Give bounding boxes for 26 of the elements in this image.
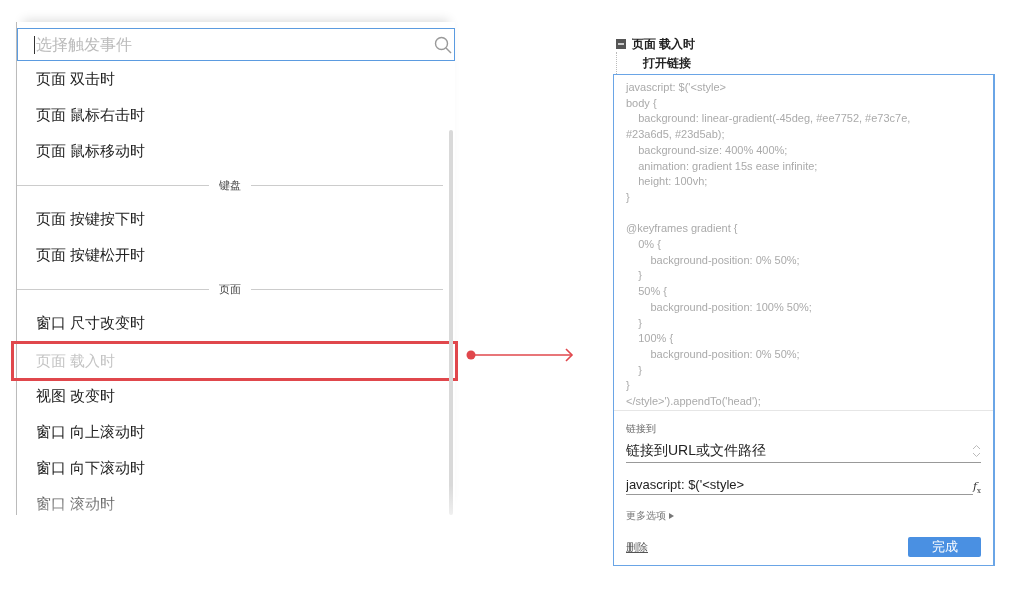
event-item[interactable]: 视图 改变时 — [17, 378, 455, 414]
triangle-icon — [669, 513, 674, 519]
event-item[interactable]: 页面 双击时 — [17, 61, 455, 97]
group-label: 键盘 — [219, 177, 241, 193]
link-type-select[interactable]: 链接到URL或文件路径 — [626, 440, 981, 463]
group-label: 页面 — [219, 281, 241, 297]
event-item[interactable]: 页面 按键按下时 — [17, 201, 455, 237]
delete-link[interactable]: 删除 — [626, 539, 648, 555]
event-item[interactable]: 页面 按键松开时 — [17, 237, 455, 273]
more-options-toggle[interactable]: 更多选项 — [626, 509, 666, 523]
scrollbar[interactable] — [449, 130, 453, 515]
event-item[interactable]: 窗口 向下滚动时 — [17, 450, 455, 486]
search-field[interactable]: 选择触发事件 — [17, 28, 455, 61]
field-label: 链接到 — [626, 422, 657, 436]
event-item[interactable]: 窗口 滚动时 — [17, 486, 455, 522]
event-item[interactable]: 窗口 向上滚动时 — [17, 414, 455, 450]
event-title: 页面 载入时 — [632, 35, 696, 53]
function-button[interactable]: f$_{x}$ — [972, 479, 981, 495]
search-icon — [434, 35, 452, 54]
event-item[interactable]: 页面 鼠标右击时 — [17, 97, 455, 133]
search-input[interactable]: 选择触发事件 — [34, 35, 434, 54]
collapse-icon[interactable] — [616, 39, 626, 49]
action-title: 打开链接 — [643, 54, 691, 72]
chevron-updown-icon — [972, 444, 981, 458]
event-item[interactable]: 页面 鼠标移动时 — [17, 133, 455, 169]
event-item[interactable]: 窗口 尺寸改变时 — [17, 305, 455, 341]
